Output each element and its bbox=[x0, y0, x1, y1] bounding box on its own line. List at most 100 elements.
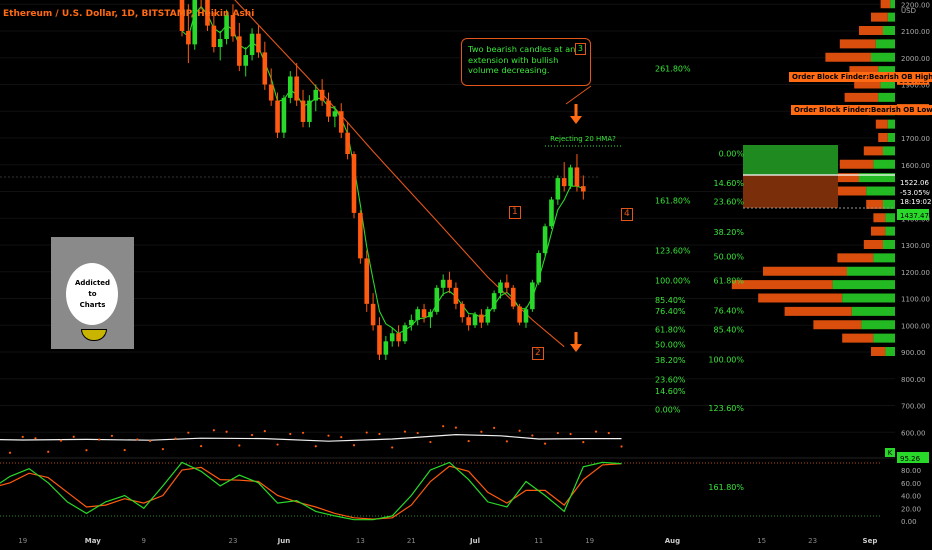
candle-body bbox=[364, 258, 370, 304]
osc-tick-label: 40.00 bbox=[901, 493, 921, 501]
callout-text: Two bearish candles at an extension with… bbox=[468, 44, 576, 75]
vp-bar-sell bbox=[839, 39, 876, 49]
fib-top-label: 38.20% bbox=[655, 356, 686, 365]
osc-dot bbox=[123, 448, 126, 452]
fib-bottom-label: 61.80% bbox=[713, 277, 744, 286]
candle-body bbox=[421, 309, 427, 318]
vp-bar-buy bbox=[866, 186, 895, 196]
osc-white-line bbox=[0, 433, 622, 442]
vp-bar-buy bbox=[873, 333, 895, 343]
vp-bar-buy bbox=[875, 39, 895, 49]
chart-title: Ethereum / U.S. Dollar, 1D, BITSTAMP, He… bbox=[3, 9, 255, 19]
osc-dot bbox=[225, 430, 228, 433]
candle-body bbox=[256, 33, 261, 53]
candle-body bbox=[510, 287, 516, 307]
vp-bar-buy bbox=[883, 26, 895, 35]
time-tick-label: Jul bbox=[469, 537, 480, 545]
osc-dot bbox=[543, 442, 547, 445]
vp-bar-sell bbox=[859, 26, 883, 35]
vp-bar-buy bbox=[873, 159, 895, 169]
vp-bar-buy bbox=[890, 0, 895, 9]
candle-body bbox=[268, 84, 274, 101]
osc-dot bbox=[149, 439, 152, 443]
time-tick-label: Aug bbox=[665, 537, 680, 545]
osc-dot bbox=[301, 431, 305, 434]
ob-low-label: Order Block Finder:Bearish OB Low bbox=[791, 105, 932, 115]
price-tick-label: 1100.00 bbox=[901, 296, 930, 304]
candle-body bbox=[428, 311, 433, 318]
osc-dot bbox=[289, 432, 292, 436]
fib-top-label: 50.00% bbox=[655, 341, 686, 350]
candle-body bbox=[275, 100, 280, 133]
osc-dot bbox=[59, 439, 63, 442]
candle-body bbox=[326, 100, 331, 117]
candle-body bbox=[211, 25, 217, 48]
vp-bar-sell bbox=[813, 320, 862, 330]
candle-body bbox=[453, 287, 459, 304]
fib-top-label: 123.60% bbox=[655, 246, 691, 255]
price-tick-label: 1300.00 bbox=[901, 242, 930, 250]
time-tick-label: Jun bbox=[277, 537, 291, 545]
candle-body bbox=[542, 226, 548, 254]
price-tag-label: 1522.06 bbox=[900, 179, 929, 187]
down-arrow-bottom-shaft bbox=[574, 332, 578, 346]
candle-body bbox=[568, 167, 573, 187]
vp-bar-buy bbox=[887, 133, 895, 142]
vp-bar-buy bbox=[832, 280, 895, 290]
down-arrow-top-head bbox=[570, 116, 582, 124]
candle-body bbox=[287, 76, 293, 98]
osc-dot bbox=[200, 445, 203, 448]
candle-body bbox=[319, 89, 325, 101]
candle-body bbox=[358, 212, 363, 259]
osc-dot bbox=[607, 431, 610, 435]
time-tick-label: May bbox=[85, 537, 101, 545]
vp-bar-sell bbox=[863, 146, 883, 156]
vp-bar-buy bbox=[885, 226, 895, 236]
candle-body bbox=[351, 154, 357, 213]
candle-body bbox=[466, 317, 471, 326]
candle-body bbox=[459, 303, 465, 318]
vp-bar-sell bbox=[875, 119, 888, 129]
osc-tick-label: 60.00 bbox=[901, 480, 921, 488]
candle-body bbox=[262, 52, 268, 85]
close-price-label: 1437.47 bbox=[900, 212, 929, 220]
candle-body bbox=[300, 100, 306, 122]
vp-bar-buy bbox=[847, 266, 895, 276]
time-tick-label: 19 bbox=[585, 537, 594, 545]
vp-bar-buy bbox=[885, 347, 895, 356]
candle-body bbox=[377, 325, 382, 355]
candle-body bbox=[530, 282, 535, 310]
osc-dot bbox=[594, 430, 598, 433]
osc-tick-label: 20.00 bbox=[901, 505, 921, 513]
candle-body bbox=[249, 33, 255, 56]
osc-dot bbox=[34, 437, 37, 440]
fib-top-label: 85.40% bbox=[655, 296, 686, 305]
osc-dot bbox=[518, 429, 521, 432]
time-tick-label: 23 bbox=[808, 537, 817, 545]
vp-bar-sell bbox=[873, 213, 886, 223]
oscillator-pane bbox=[0, 425, 623, 454]
vp-bar-sell bbox=[758, 293, 843, 303]
candle-body bbox=[370, 303, 376, 326]
price-tick-label: 1000.00 bbox=[901, 322, 930, 330]
vp-bar-buy bbox=[871, 52, 895, 62]
fib-top-label: 23.60% bbox=[655, 375, 686, 384]
price-tick-label: 700.00 bbox=[901, 403, 926, 411]
candle-body bbox=[517, 306, 522, 323]
osc-dot bbox=[8, 451, 12, 454]
vp-bar-sell bbox=[871, 12, 888, 22]
vp-bar-sell bbox=[863, 240, 883, 249]
logo-line-1: Addicted bbox=[74, 279, 111, 287]
vp-bar-buy bbox=[861, 320, 895, 330]
ob-high-label: Order Block Finder:Bearish OB High bbox=[789, 72, 932, 82]
vp-bar-buy bbox=[883, 146, 895, 156]
osc-dot bbox=[47, 450, 50, 453]
fib-bottom-label: 123.60% bbox=[708, 404, 744, 413]
osc-dot bbox=[263, 430, 266, 433]
osc-value-label: 95.26 bbox=[900, 455, 921, 463]
osc-dot bbox=[391, 446, 394, 449]
candle-body bbox=[555, 178, 561, 200]
osc-dot bbox=[21, 435, 24, 438]
price-tag-label: -53.05% bbox=[900, 189, 930, 197]
osc-dot bbox=[556, 431, 559, 435]
